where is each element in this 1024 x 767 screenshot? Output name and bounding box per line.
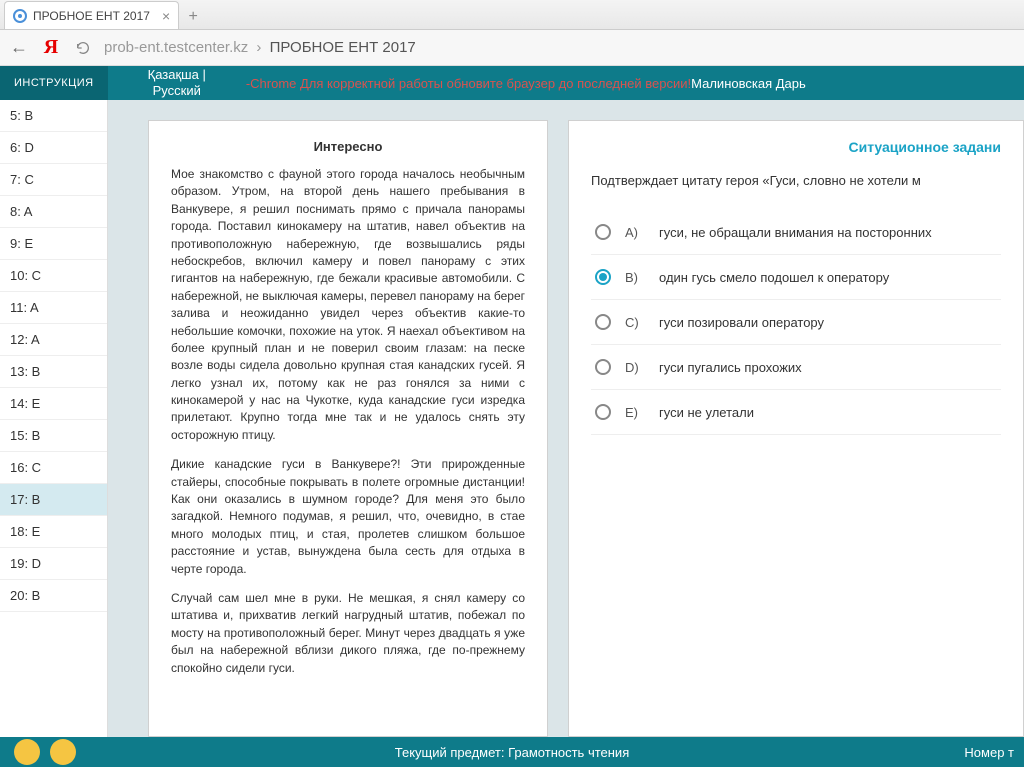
tab-title: ПРОБНОЕ ЕНТ 2017 bbox=[33, 9, 150, 23]
option-text: один гусь смело подошел к оператору bbox=[659, 270, 889, 285]
answer-row[interactable]: 16: C bbox=[0, 452, 107, 484]
user-name: Малиновская Дарь bbox=[691, 76, 806, 91]
answer-option[interactable]: E) гуси не улетали bbox=[591, 390, 1001, 435]
answer-row[interactable]: 12: A bbox=[0, 324, 107, 356]
radio-icon[interactable] bbox=[595, 314, 611, 330]
answer-row[interactable]: 18: E bbox=[0, 516, 107, 548]
answer-row[interactable]: 10: C bbox=[0, 260, 107, 292]
question-number-label: Номер т bbox=[964, 745, 1014, 760]
answer-row[interactable]: 11: A bbox=[0, 292, 107, 324]
radio-icon[interactable] bbox=[595, 269, 611, 285]
option-text: гуси, не обращали внимания на посторонни… bbox=[659, 225, 932, 240]
option-text: гуси позировали оператору bbox=[659, 315, 824, 330]
url-host: prob-ent.testcenter.kz bbox=[104, 39, 248, 56]
radio-icon[interactable] bbox=[595, 359, 611, 375]
answer-sidebar[interactable]: 5: B6: D7: C8: A9: E10: C11: A12: A13: B… bbox=[0, 100, 108, 737]
option-letter: B) bbox=[625, 270, 645, 285]
answer-row[interactable]: 15: B bbox=[0, 420, 107, 452]
lang-russian[interactable]: Русский bbox=[148, 83, 206, 99]
option-letter: C) bbox=[625, 315, 645, 330]
new-tab-button[interactable]: + bbox=[181, 5, 205, 29]
browser-tab[interactable]: ПРОБНОЕ ЕНТ 2017 × bbox=[4, 1, 179, 29]
passage-paragraph: Дикие канадские гуси в Ванкувере?! Эти п… bbox=[171, 456, 525, 578]
answer-row[interactable]: 13: B bbox=[0, 356, 107, 388]
reload-button[interactable] bbox=[72, 37, 94, 59]
passage-paragraph: Мое знакомство с фауной этого города нач… bbox=[171, 166, 525, 444]
answer-option[interactable]: D) гуси пугались прохожих bbox=[591, 345, 1001, 390]
status-footer: Текущий предмет: Грамотность чтения Номе… bbox=[0, 737, 1024, 767]
answer-row[interactable]: 6: D bbox=[0, 132, 107, 164]
close-tab-icon[interactable]: × bbox=[162, 8, 170, 24]
option-text: гуси не улетали bbox=[659, 405, 754, 420]
question-panel: Ситуационное задани Подтверждает цитату … bbox=[568, 120, 1024, 737]
answer-row[interactable]: 17: B bbox=[0, 484, 107, 516]
url-page-title: ПРОБНОЕ ЕНТ 2017 bbox=[270, 39, 416, 56]
main-area: 5: B6: D7: C8: A9: E10: C11: A12: A13: B… bbox=[0, 100, 1024, 737]
answer-row[interactable]: 8: A bbox=[0, 196, 107, 228]
browser-warning: -Chrome Для корректной работы обновите б… bbox=[246, 76, 691, 91]
address-bar: ← Я prob-ent.testcenter.kz › ПРОБНОЕ ЕНТ… bbox=[0, 30, 1024, 66]
progress-dot[interactable] bbox=[14, 739, 40, 765]
option-letter: E) bbox=[625, 405, 645, 420]
passage-title: Интересно bbox=[171, 139, 525, 154]
instruction-button[interactable]: ИНСТРУКЦИЯ bbox=[0, 66, 108, 100]
favicon-icon bbox=[13, 9, 27, 23]
url-display[interactable]: prob-ent.testcenter.kz › ПРОБНОЕ ЕНТ 201… bbox=[104, 39, 416, 56]
lang-kazakh[interactable]: Қазақша | bbox=[148, 67, 206, 83]
option-letter: D) bbox=[625, 360, 645, 375]
option-letter: A) bbox=[625, 225, 645, 240]
progress-circles bbox=[0, 739, 76, 765]
question-heading: Ситуационное задани bbox=[591, 139, 1001, 155]
radio-icon[interactable] bbox=[595, 404, 611, 420]
answer-option[interactable]: A) гуси, не обращали внимания на посторон… bbox=[591, 210, 1001, 255]
answer-row[interactable]: 14: E bbox=[0, 388, 107, 420]
answer-option[interactable]: C) гуси позировали оператору bbox=[591, 300, 1001, 345]
passage-panel: Интересно Мое знакомство с фауной этого … bbox=[148, 120, 548, 737]
content-area: Интересно Мое знакомство с фауной этого … bbox=[108, 100, 1024, 737]
language-switch[interactable]: Қазақша | Русский bbox=[108, 67, 246, 98]
current-subject: Текущий предмет: Грамотность чтения bbox=[395, 745, 629, 760]
url-separator: › bbox=[256, 39, 261, 56]
app-header: ИНСТРУКЦИЯ Қазақша | Русский -Chrome Для… bbox=[0, 66, 1024, 100]
radio-icon[interactable] bbox=[595, 224, 611, 240]
progress-dot[interactable] bbox=[50, 739, 76, 765]
answer-row[interactable]: 7: C bbox=[0, 164, 107, 196]
option-text: гуси пугались прохожих bbox=[659, 360, 802, 375]
answer-option[interactable]: B) один гусь смело подошел к оператору bbox=[591, 255, 1001, 300]
answer-row[interactable]: 19: D bbox=[0, 548, 107, 580]
question-text: Подтверждает цитату героя «Гуси, словно … bbox=[591, 173, 1001, 188]
answer-row[interactable]: 9: E bbox=[0, 228, 107, 260]
answer-row[interactable]: 5: B bbox=[0, 100, 107, 132]
browser-tab-strip: ПРОБНОЕ ЕНТ 2017 × + bbox=[0, 0, 1024, 30]
answer-row[interactable]: 20: B bbox=[0, 580, 107, 612]
yandex-icon[interactable]: Я bbox=[40, 37, 62, 59]
back-button[interactable]: ← bbox=[8, 37, 30, 59]
passage-paragraph: Случай сам шел мне в руки. Не мешкая, я … bbox=[171, 590, 525, 677]
